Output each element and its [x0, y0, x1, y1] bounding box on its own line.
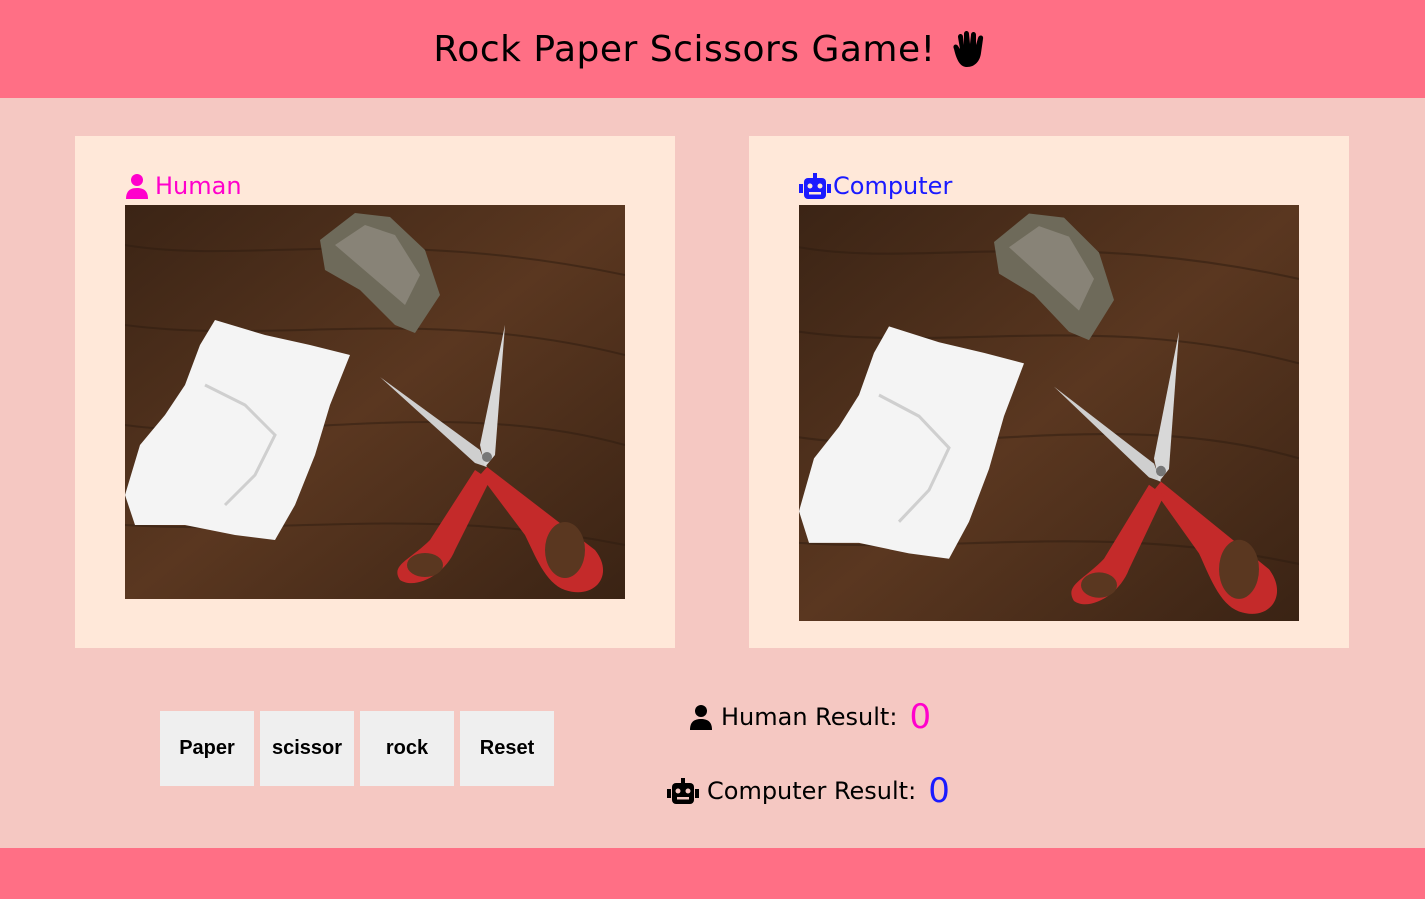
human-choice-image [125, 205, 625, 599]
robot-icon [799, 173, 831, 199]
computer-score: 0 [928, 771, 950, 811]
rock-button[interactable]: rock [360, 711, 454, 786]
page-title-text: Rock Paper Scissors Game! [433, 28, 936, 70]
page-title: Rock Paper Scissors Game! [433, 29, 991, 70]
reset-button[interactable]: Reset [460, 711, 554, 786]
computer-result-label: Computer Result: [707, 777, 917, 805]
user-icon [690, 705, 712, 730]
human-result-label: Human Result: [721, 703, 898, 731]
computer-panel: Computer [749, 136, 1349, 648]
computer-label: Computer [799, 172, 952, 200]
raised-hand-icon [953, 31, 983, 67]
computer-label-text: Computer [833, 172, 953, 200]
paper-button[interactable]: Paper [160, 711, 254, 786]
human-label: Human [125, 172, 242, 200]
choice-buttons: Paper scissor rock Reset [160, 711, 554, 786]
header-bar: Rock Paper Scissors Game! [0, 0, 1425, 98]
computer-choice-image [799, 205, 1299, 621]
human-result: Human Result: 0 [689, 697, 931, 737]
robot-icon [667, 778, 699, 804]
rock-paper-scissors-photo [125, 205, 625, 599]
human-label-text: Human [155, 172, 242, 200]
human-panel: Human [75, 136, 675, 648]
rock-paper-scissors-photo [799, 205, 1299, 621]
computer-result: Computer Result: 0 [667, 771, 950, 811]
scissor-button[interactable]: scissor [260, 711, 354, 786]
human-score: 0 [909, 697, 932, 737]
footer-bar [0, 848, 1425, 899]
user-icon [126, 174, 148, 199]
